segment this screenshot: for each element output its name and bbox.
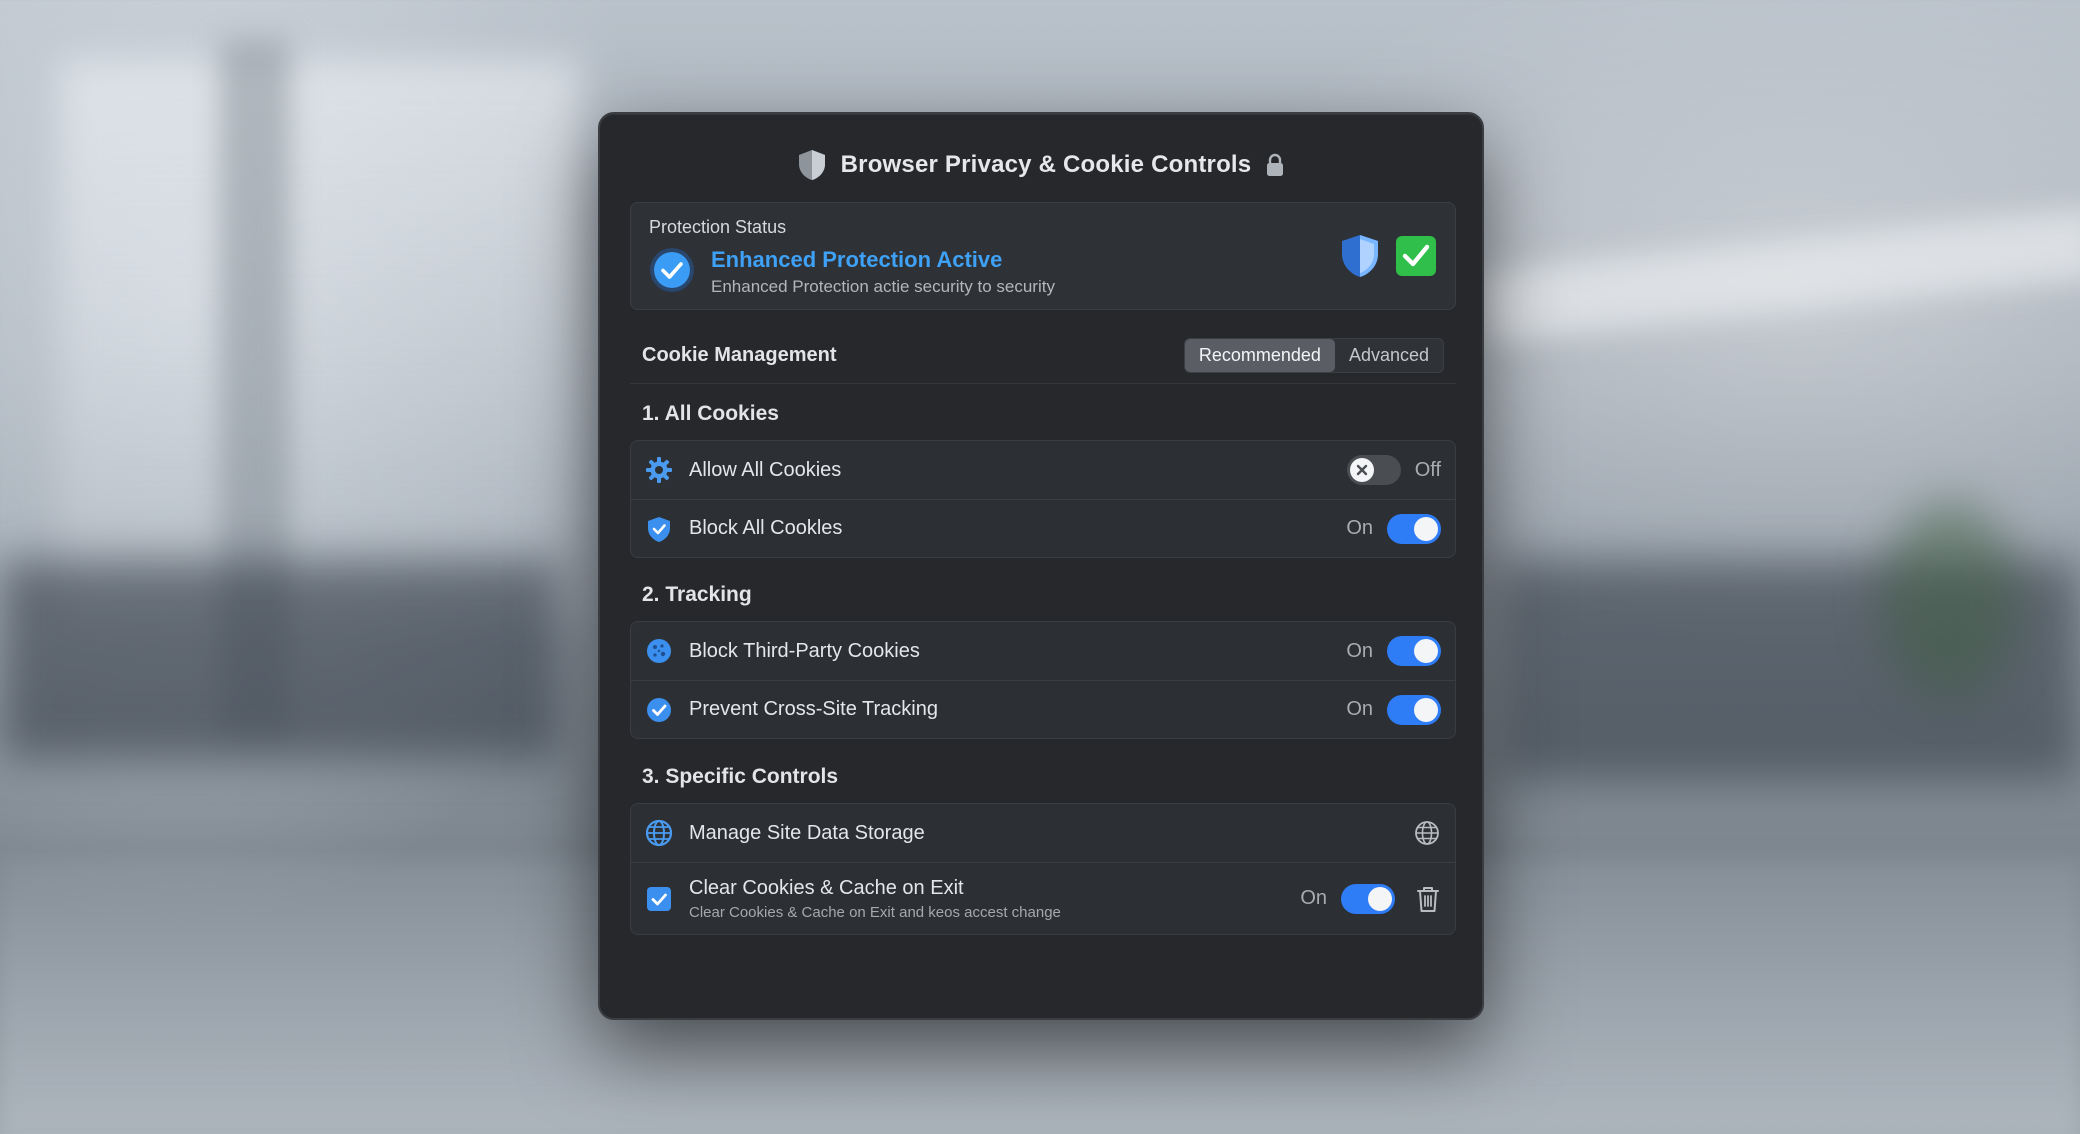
row-label: Allow All Cookies — [689, 458, 842, 481]
green-check-icon — [1395, 235, 1437, 277]
close-icon — [1356, 464, 1367, 476]
row-block-third-party-cookies: Block Third-Party Cookies On — [631, 622, 1455, 680]
check-circle-icon — [649, 247, 695, 293]
row-label: Block All Cookles — [689, 517, 843, 539]
gear-icon — [645, 456, 673, 484]
block-all-cookies-toggle[interactable] — [1387, 513, 1441, 544]
toggle-knob — [1349, 458, 1374, 482]
globe-icon — [645, 819, 673, 847]
tab-advanced[interactable]: Advanced — [1335, 339, 1443, 372]
group-title-specific-controls: 3. Specific Controls — [642, 765, 839, 788]
privacy-panel: Browser Privacy & Cookie Controls Protec… — [598, 112, 1484, 1020]
background-desk-right — [1500, 560, 2080, 780]
status-heading: Protection Status — [649, 217, 787, 237]
background-desk-left — [0, 560, 560, 760]
lock-icon — [1265, 153, 1285, 177]
toggle-knob — [1414, 639, 1438, 663]
group-all-cookies: Allow All Cookies Off Block All Cookles … — [630, 440, 1456, 558]
cookie-icon — [645, 637, 673, 665]
row-manage-site-data-storage[interactable]: Manage Site Data Storage — [631, 804, 1455, 862]
row-label: Manage Site Data Storage — [689, 821, 925, 844]
globe-icon[interactable] — [1413, 819, 1441, 847]
cookie-management-header: Cookie Management Recommended Advanced — [630, 328, 1456, 384]
window-title: Browser Privacy & Cookie Controls — [840, 151, 1252, 178]
state-text: On — [1346, 698, 1373, 720]
allow-all-cookies-toggle[interactable] — [1346, 455, 1401, 485]
toggle-knob — [1368, 886, 1392, 911]
tab-recommended[interactable]: Recommended — [1184, 339, 1335, 372]
background-window — [60, 60, 580, 620]
row-label: Clear Cookies & Cache on Exit — [689, 876, 964, 899]
toggle-knob — [1414, 516, 1438, 541]
state-text: On — [1346, 639, 1373, 662]
background-pillar — [220, 40, 290, 740]
shield-check-icon — [645, 515, 673, 543]
state-text: Off — [1414, 458, 1441, 481]
row-sublabel: Clear Cookies & Cache on Exit and keos a… — [689, 903, 1061, 921]
mode-segmented-control: Recommended Advanced — [1183, 338, 1444, 373]
title-bar: Browser Privacy & Cookie Controls — [600, 134, 1482, 196]
checkbox-icon[interactable] — [645, 885, 673, 913]
shield-icon — [797, 149, 827, 181]
shield-icon — [1339, 233, 1381, 279]
status-title: Enhanced Protection Active — [711, 247, 1003, 272]
background-plant — [1880, 500, 2020, 700]
clear-cookies-on-exit-toggle[interactable] — [1341, 883, 1395, 914]
row-clear-cookies-on-exit: Clear Cookies & Cache on Exit Clear Cook… — [631, 862, 1455, 934]
status-subtitle: Enhanced Protection actie security to se… — [711, 277, 1055, 296]
row-label: Block Third-Party Cookies — [689, 639, 920, 662]
group-title-all-cookies: 1. All Cookies — [642, 402, 779, 425]
row-allow-all-cookies: Allow All Cookies Off — [631, 441, 1455, 499]
toggle-knob — [1414, 697, 1438, 722]
check-badge-icon — [645, 696, 673, 724]
cookie-management-title: Cookie Management — [642, 344, 837, 366]
row-block-all-cookies: Block All Cookles On — [631, 499, 1455, 557]
state-text: On — [1300, 887, 1327, 909]
protection-status-card: Protection Status Enhanced Protection Ac… — [630, 202, 1456, 310]
row-prevent-cross-site-tracking: Prevent Cross-Site Tracking On — [631, 680, 1455, 738]
trash-icon[interactable] — [1415, 885, 1441, 913]
row-label: Prevent Cross-Site Tracking — [689, 698, 938, 720]
group-title-tracking: 2. Tracking — [642, 583, 752, 606]
state-text: On — [1346, 517, 1373, 539]
group-specific-controls: Manage Site Data Storage Clear Cookies &… — [630, 803, 1456, 935]
block-third-party-cookies-toggle[interactable] — [1387, 636, 1441, 666]
background-beam — [1478, 207, 2080, 343]
group-tracking: Block Third-Party Cookies On Prevent Cro… — [630, 621, 1456, 739]
prevent-cross-site-tracking-toggle[interactable] — [1387, 694, 1441, 725]
